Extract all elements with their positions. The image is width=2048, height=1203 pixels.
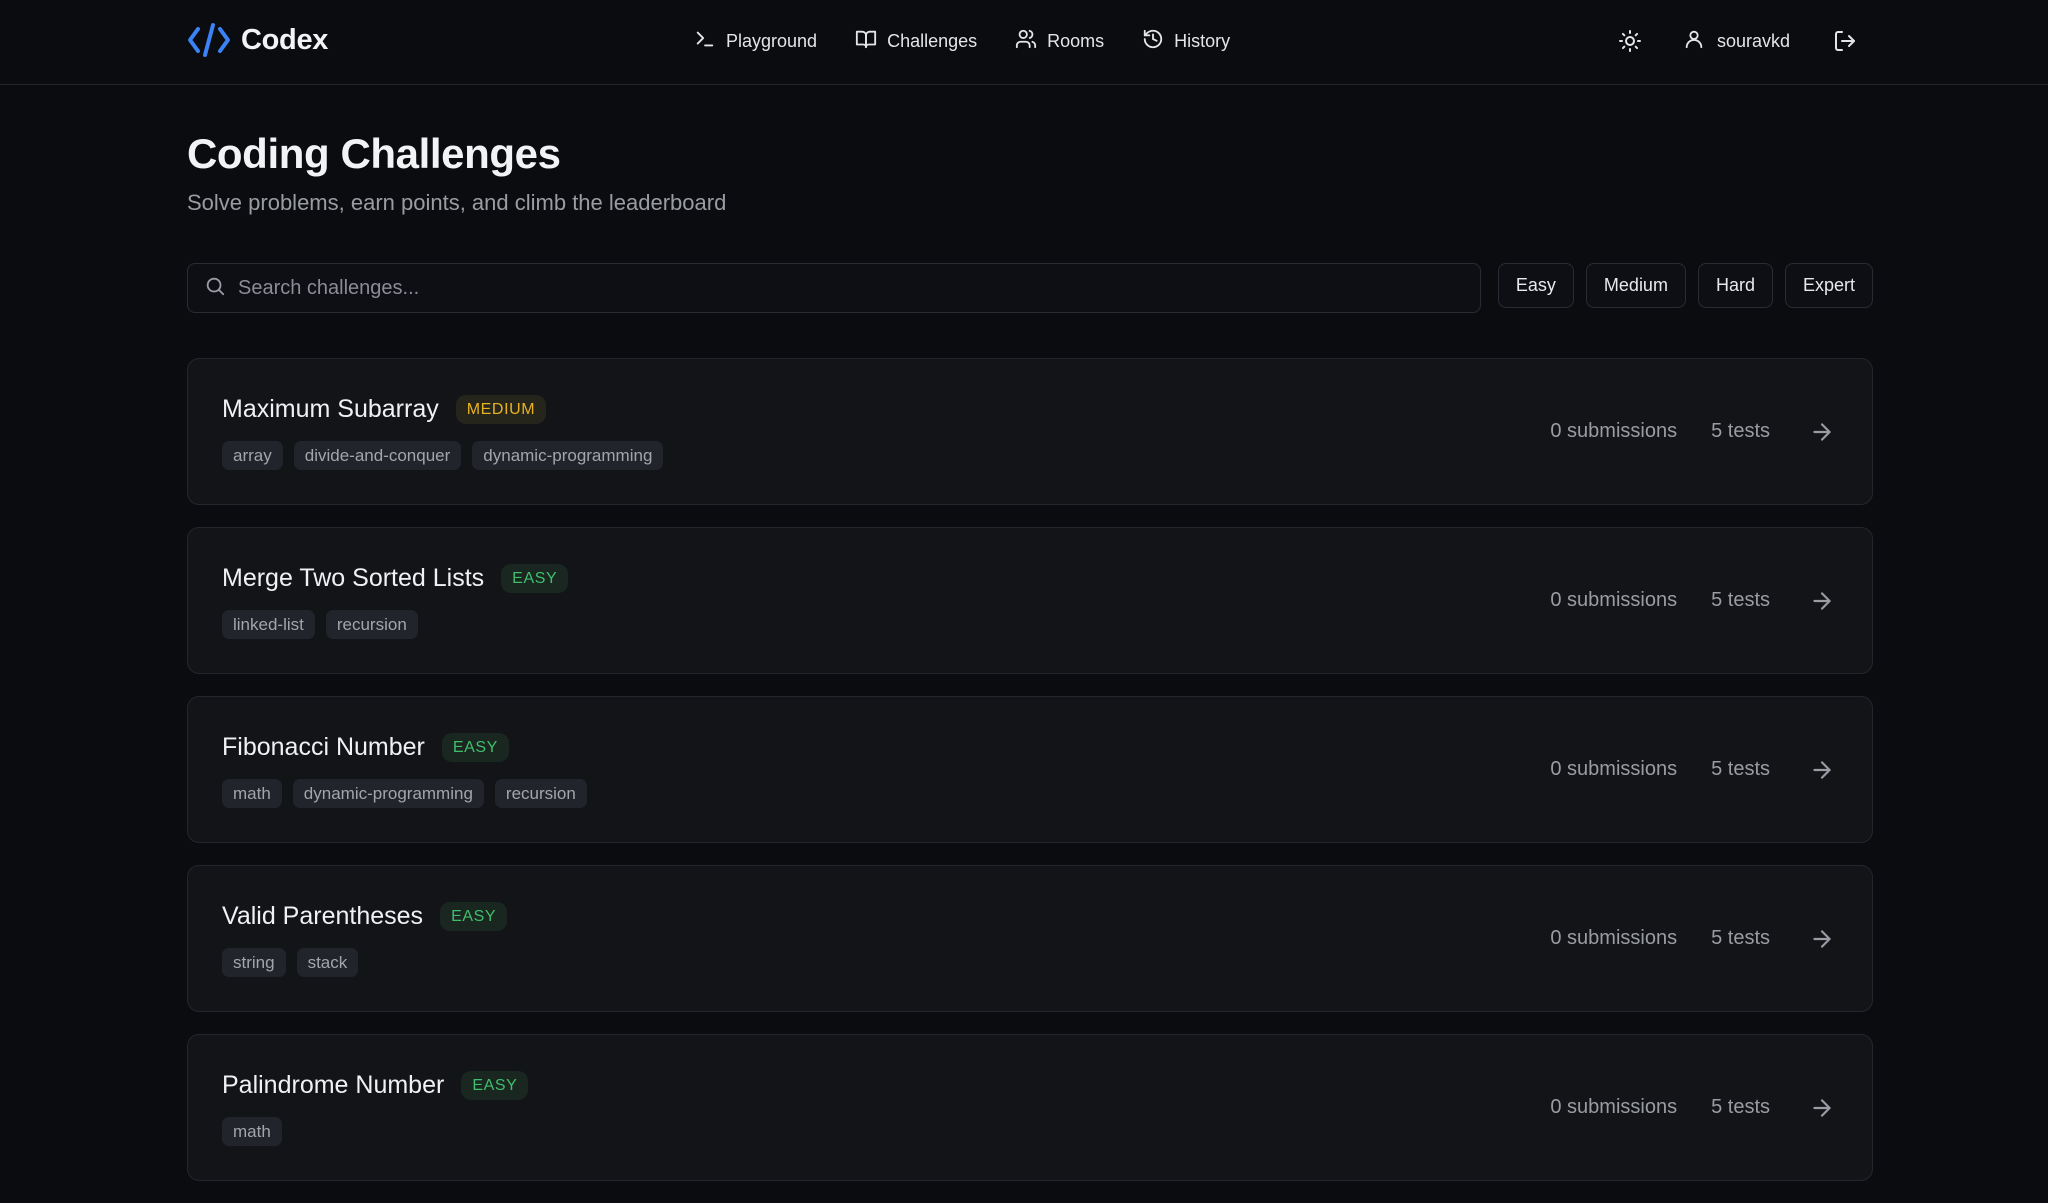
tag: divide-and-conquer: [293, 441, 462, 470]
arrow-right-icon[interactable]: [1808, 587, 1836, 615]
arrow-right-icon[interactable]: [1808, 756, 1836, 784]
tag-list: string stack: [222, 948, 359, 977]
challenge-title: Merge Two Sorted Lists: [222, 564, 485, 592]
arrow-right-icon[interactable]: [1808, 418, 1836, 446]
tag-list: math: [222, 1117, 282, 1146]
difficulty-badge: MEDIUM: [455, 395, 547, 424]
nav-rooms[interactable]: Rooms: [1015, 28, 1104, 55]
sun-icon: [1613, 24, 1647, 58]
submissions-count: 0 submissions: [1550, 589, 1678, 611]
page-subtitle: Solve problems, earn points, and climb t…: [187, 190, 727, 215]
top-navbar: Codex Playground Challenges Rooms Histor…: [0, 0, 2048, 85]
challenge-card[interactable]: Maximum Subarray MEDIUM array divide-and…: [187, 358, 1873, 505]
challenge-list: Maximum Subarray MEDIUM array divide-and…: [187, 358, 1873, 1203]
logout-button[interactable]: [1828, 24, 1862, 58]
page-title: Coding Challenges: [187, 130, 561, 177]
challenge-title: Palindrome Number: [222, 1071, 445, 1099]
search-icon: [204, 275, 226, 302]
tag: linked-list: [222, 610, 315, 639]
nav-label: Playground: [726, 30, 818, 51]
brand-logo-link[interactable]: Codex: [187, 20, 328, 60]
terminal-icon: [694, 28, 716, 55]
tag-list: math dynamic-programming recursion: [222, 779, 587, 808]
filter-medium-button[interactable]: Medium: [1585, 263, 1686, 308]
nav-label: History: [1174, 30, 1231, 51]
difficulty-badge: EASY: [441, 733, 509, 762]
difficulty-badge: EASY: [501, 564, 569, 593]
tag: stack: [296, 948, 359, 977]
book-open-icon: [855, 28, 877, 55]
challenge-title: Fibonacci Number: [222, 733, 425, 761]
tag: dynamic-programming: [292, 779, 484, 808]
filter-expert-button[interactable]: Expert: [1784, 263, 1873, 308]
filter-hard-button[interactable]: Hard: [1697, 263, 1773, 308]
brand-name: Codex: [241, 23, 329, 56]
search-input[interactable]: [238, 264, 1480, 312]
arrow-right-icon[interactable]: [1808, 1094, 1836, 1122]
difficulty-badge: EASY: [440, 902, 508, 931]
tests-count: 5 tests: [1711, 589, 1770, 611]
tag-list: array divide-and-conquer dynamic-program…: [222, 441, 664, 470]
tag-list: linked-list recursion: [222, 610, 418, 639]
submissions-count: 0 submissions: [1550, 927, 1678, 949]
users-icon: [1015, 28, 1037, 55]
nav-history[interactable]: History: [1142, 28, 1230, 55]
nav-playground[interactable]: Playground: [694, 28, 817, 55]
tag: dynamic-programming: [472, 441, 664, 470]
challenge-card[interactable]: Merge Two Sorted Lists EASY linked-list …: [187, 527, 1873, 674]
history-icon: [1142, 28, 1164, 55]
challenge-card[interactable]: Valid Parentheses EASY string stack 0 su…: [187, 865, 1873, 1012]
tag: math: [222, 1117, 282, 1146]
user-icon: [1683, 28, 1705, 55]
difficulty-filters: Easy Medium Hard Expert: [1497, 263, 1873, 308]
challenge-title: Valid Parentheses: [222, 902, 424, 930]
tag: math: [222, 779, 282, 808]
tests-count: 5 tests: [1711, 927, 1770, 949]
tag: recursion: [325, 610, 418, 639]
nav-label: Challenges: [887, 30, 978, 51]
main-nav: Playground Challenges Rooms History: [694, 24, 1230, 58]
challenge-title: Maximum Subarray: [222, 395, 439, 423]
logout-icon: [1828, 24, 1862, 58]
filter-easy-button[interactable]: Easy: [1497, 263, 1574, 308]
username: souravkd: [1717, 30, 1791, 51]
difficulty-badge: EASY: [461, 1071, 529, 1100]
code-brackets-icon: [187, 22, 231, 58]
arrow-right-icon[interactable]: [1808, 925, 1836, 953]
theme-toggle-button[interactable]: [1613, 24, 1647, 58]
nav-challenges[interactable]: Challenges: [855, 28, 977, 55]
tests-count: 5 tests: [1711, 420, 1770, 442]
submissions-count: 0 submissions: [1550, 1096, 1678, 1118]
submissions-count: 0 submissions: [1550, 420, 1678, 442]
tests-count: 5 tests: [1711, 1096, 1770, 1118]
challenge-card[interactable]: Palindrome Number EASY math 0 submission…: [187, 1034, 1873, 1181]
challenge-card[interactable]: Fibonacci Number EASY math dynamic-progr…: [187, 696, 1873, 843]
tag: array: [222, 441, 283, 470]
tests-count: 5 tests: [1711, 758, 1770, 780]
submissions-count: 0 submissions: [1550, 758, 1678, 780]
user-profile-link[interactable]: souravkd: [1683, 28, 1790, 55]
nav-label: Rooms: [1047, 30, 1105, 51]
tag: string: [222, 948, 286, 977]
search-box: [187, 263, 1481, 313]
tag: recursion: [494, 779, 587, 808]
